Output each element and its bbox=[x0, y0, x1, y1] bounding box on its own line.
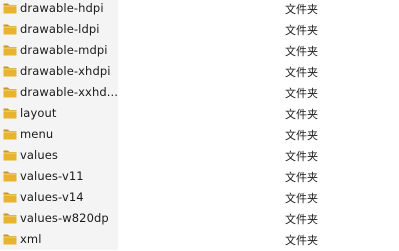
folder-icon bbox=[3, 45, 17, 56]
file-row[interactable]: drawable-xhdpi 文件夹 bbox=[0, 61, 399, 82]
folder-icon bbox=[3, 171, 17, 182]
folder-icon bbox=[3, 192, 17, 203]
folder-icon bbox=[3, 66, 17, 77]
file-name: drawable-hdpi bbox=[20, 1, 104, 15]
file-name: drawable-xxhd... bbox=[20, 85, 117, 99]
file-name: values bbox=[20, 148, 59, 162]
file-row[interactable]: values-v11 文件夹 bbox=[0, 166, 399, 187]
file-row[interactable]: values-v14 文件夹 bbox=[0, 187, 399, 208]
file-row[interactable]: drawable-xxhd... 文件夹 bbox=[0, 82, 399, 103]
file-row[interactable]: values-w820dp 文件夹 bbox=[0, 208, 399, 229]
file-name: values-w820dp bbox=[20, 211, 109, 225]
name-cell[interactable]: values-w820dp bbox=[0, 208, 118, 229]
name-cell[interactable]: values bbox=[0, 145, 118, 166]
name-cell[interactable]: drawable-mdpi bbox=[0, 40, 118, 61]
folder-icon bbox=[3, 3, 17, 14]
file-type: 文件夹 bbox=[285, 234, 318, 247]
file-type: 文件夹 bbox=[285, 87, 318, 100]
file-name: menu bbox=[20, 127, 54, 141]
file-row[interactable]: values 文件夹 bbox=[0, 145, 399, 166]
file-name: xml bbox=[20, 232, 42, 246]
file-type: 文件夹 bbox=[285, 66, 318, 79]
folder-icon bbox=[3, 24, 17, 35]
folder-icon bbox=[3, 150, 17, 161]
file-type: 文件夹 bbox=[285, 192, 318, 205]
name-cell[interactable]: drawable-xxhd... bbox=[0, 82, 118, 103]
file-type: 文件夹 bbox=[285, 3, 318, 16]
file-list: drawable-hdpi 文件夹 drawable-ldpi 文件夹 draw… bbox=[0, 0, 399, 250]
file-type: 文件夹 bbox=[285, 150, 318, 163]
name-cell[interactable]: drawable-xhdpi bbox=[0, 61, 118, 82]
file-row[interactable]: menu 文件夹 bbox=[0, 124, 399, 145]
name-cell[interactable]: layout bbox=[0, 103, 118, 124]
folder-icon bbox=[3, 87, 17, 98]
file-row[interactable]: drawable-mdpi 文件夹 bbox=[0, 40, 399, 61]
file-name: layout bbox=[20, 106, 57, 120]
file-type: 文件夹 bbox=[285, 108, 318, 121]
name-cell[interactable]: xml bbox=[0, 229, 118, 250]
file-row[interactable]: drawable-ldpi 文件夹 bbox=[0, 19, 399, 40]
name-cell[interactable]: drawable-hdpi bbox=[0, 0, 118, 19]
file-type: 文件夹 bbox=[285, 213, 318, 226]
folder-icon bbox=[3, 129, 17, 140]
name-cell[interactable]: values-v14 bbox=[0, 187, 118, 208]
file-name: values-v14 bbox=[20, 190, 84, 204]
folder-icon bbox=[3, 234, 17, 245]
folder-icon bbox=[3, 213, 17, 224]
file-row[interactable]: drawable-hdpi 文件夹 bbox=[0, 0, 399, 19]
name-cell[interactable]: values-v11 bbox=[0, 166, 118, 187]
file-type: 文件夹 bbox=[285, 171, 318, 184]
name-cell[interactable]: menu bbox=[0, 124, 118, 145]
folder-icon bbox=[3, 108, 17, 119]
file-type: 文件夹 bbox=[285, 24, 318, 37]
file-type: 文件夹 bbox=[285, 129, 318, 142]
file-name: values-v11 bbox=[20, 169, 84, 183]
file-row[interactable]: layout 文件夹 bbox=[0, 103, 399, 124]
file-name: drawable-xhdpi bbox=[20, 64, 111, 78]
file-name: drawable-ldpi bbox=[20, 22, 100, 36]
name-cell[interactable]: drawable-ldpi bbox=[0, 19, 118, 40]
file-type: 文件夹 bbox=[285, 45, 318, 58]
file-name: drawable-mdpi bbox=[20, 43, 108, 57]
file-row[interactable]: xml 文件夹 bbox=[0, 229, 399, 250]
